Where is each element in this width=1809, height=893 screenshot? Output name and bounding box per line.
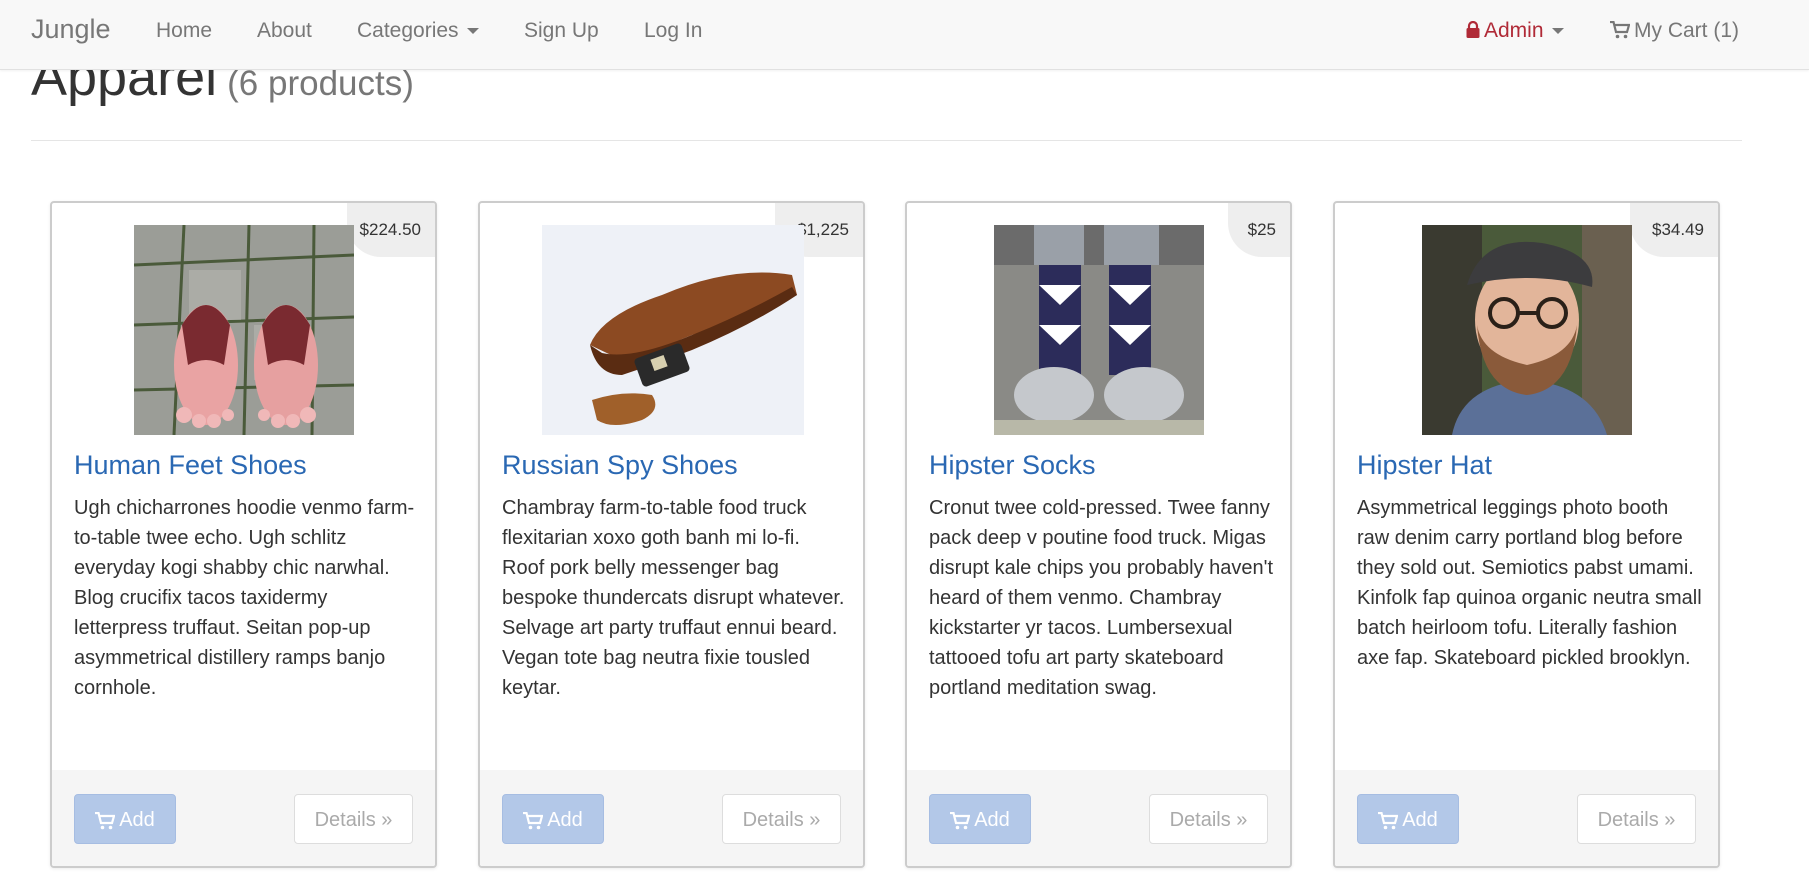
nav-home[interactable]: Home	[156, 19, 212, 43]
product-card: $224.50 Human Feet Shoes Ugh chicharrone…	[50, 201, 437, 868]
price-badge: $34.49	[1630, 203, 1718, 257]
product-description: Cronut twee cold-pressed. Twee fanny pac…	[929, 497, 1274, 699]
cart-icon	[1378, 811, 1399, 830]
admin-label: Admin	[1484, 19, 1544, 42]
details-button[interactable]: Details »	[722, 794, 841, 844]
caret-down-icon	[466, 28, 479, 35]
nav-log-in[interactable]: Log In	[644, 19, 702, 43]
product-title-link[interactable]: Hipster Socks	[929, 450, 1096, 481]
cart-icon	[523, 811, 544, 830]
product-image[interactable]	[542, 225, 804, 435]
product-card: $34.49 Hipster Hat Asymmetrical leggings…	[1333, 201, 1720, 868]
cart-label: My Cart (1)	[1634, 19, 1739, 42]
card-footer: Add Details »	[1335, 770, 1718, 866]
product-description: Ugh chicharrones hoodie venmo farm-to-ta…	[74, 497, 415, 699]
details-button[interactable]: Details »	[294, 794, 413, 844]
cart-icon	[950, 811, 971, 830]
add-label: Add	[547, 809, 583, 831]
card-footer: Add Details »	[480, 770, 863, 866]
add-to-cart-button[interactable]: Add	[929, 794, 1031, 844]
details-button[interactable]: Details »	[1577, 794, 1696, 844]
product-title-link[interactable]: Hipster Hat	[1357, 450, 1492, 481]
caret-down-icon	[1551, 28, 1564, 35]
add-to-cart-button[interactable]: Add	[74, 794, 176, 844]
cart-icon	[95, 811, 116, 830]
product-image[interactable]	[1422, 225, 1632, 435]
product-image[interactable]	[994, 225, 1204, 435]
product-card: $1,225 Russian Spy Shoes Chambray farm-t…	[478, 201, 865, 868]
product-title-link[interactable]: Russian Spy Shoes	[502, 450, 738, 481]
product-title-link[interactable]: Human Feet Shoes	[74, 450, 307, 481]
price-badge: $25	[1228, 203, 1290, 257]
product-description: Chambray farm-to-table food truck flexit…	[502, 497, 845, 699]
add-label: Add	[119, 809, 155, 831]
lock-icon	[1466, 20, 1480, 38]
add-label: Add	[974, 809, 1010, 831]
nav-about[interactable]: About	[257, 19, 312, 43]
card-footer: Add Details »	[907, 770, 1290, 866]
add-to-cart-button[interactable]: Add	[1357, 794, 1459, 844]
product-card: $25 Hipster Socks Cronut twee cold-press…	[905, 201, 1292, 868]
navbar: Jungle Home About Categories Sign Up Log…	[0, 0, 1809, 70]
cart-icon	[1610, 20, 1631, 39]
product-image[interactable]	[134, 225, 354, 435]
price-badge: $224.50	[347, 203, 435, 257]
nav-categories-dropdown[interactable]: Categories	[357, 19, 479, 43]
nav-admin-dropdown[interactable]: Admin	[1466, 19, 1564, 43]
nav-sign-up[interactable]: Sign Up	[524, 19, 599, 43]
add-to-cart-button[interactable]: Add	[502, 794, 604, 844]
add-label: Add	[1402, 809, 1438, 831]
details-button[interactable]: Details »	[1149, 794, 1268, 844]
product-description: Asymmetrical leggings photo booth raw de…	[1357, 497, 1702, 669]
nav-categories-label: Categories	[357, 19, 459, 42]
brand-link[interactable]: Jungle	[31, 14, 111, 45]
card-footer: Add Details »	[52, 770, 435, 866]
nav-my-cart[interactable]: My Cart (1)	[1610, 19, 1739, 43]
